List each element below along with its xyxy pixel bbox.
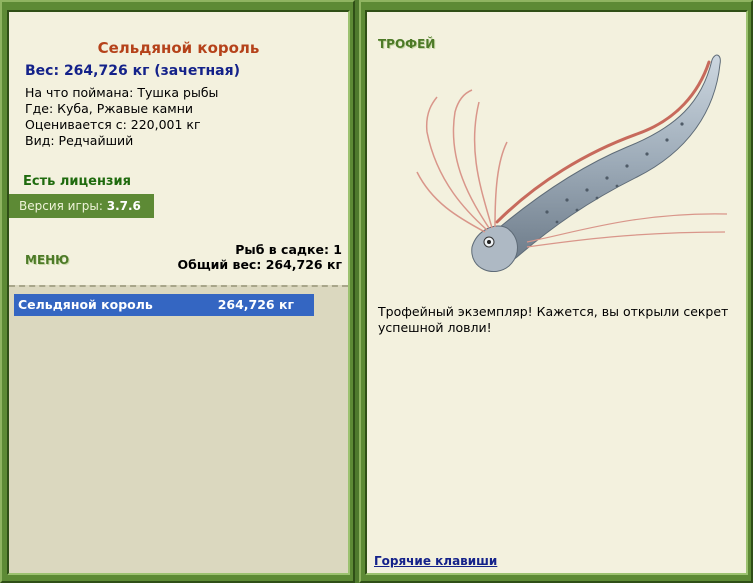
fish-in-cage-count: Рыб в садке: 1 (235, 242, 342, 257)
fish-weight: Вес: 264,726 кг (зачетная) (25, 63, 240, 79)
version-label: Версия игры: (19, 199, 103, 213)
version-value: 3.7.6 (106, 199, 141, 213)
catch-item-name: Сельдяной король (18, 297, 153, 312)
trophy-message: Трофейный экземпляр! Кажется, вы открыли… (378, 304, 729, 335)
total-weight: Общий вес: 264,726 кг (177, 257, 343, 272)
menu-button[interactable]: МЕНЮ (25, 253, 69, 267)
fish-name-title: Сельдяной король (97, 39, 260, 57)
hotkeys-link[interactable]: Горячие клавиши (374, 554, 497, 568)
rating-threshold-info: Оценивается с: 220,001 кг (25, 117, 201, 132)
catch-item-weight: 264,726 кг (217, 297, 294, 312)
catch-list-item[interactable]: Сельдяной король 264,726 кг (14, 294, 314, 316)
fish-info-panel: Сельдяной король Вес: 264,726 кг (зачетн… (7, 10, 350, 575)
trophy-panel: ТРОФЕЙ Трофейный экземпляр! Кажется, вы … (365, 10, 748, 575)
oarfish-trophy-image (416, 54, 728, 273)
bait-info: На что поймана: Тушка рыбы (25, 85, 219, 100)
game-version: Версия игры: 3.7.6 (9, 194, 154, 218)
species-rarity-info: Вид: Редчайший (25, 133, 134, 148)
license-status: Есть лицензия (23, 174, 131, 189)
location-info: Где: Куба, Ржавые камни (25, 101, 194, 116)
catch-list: Сельдяной король 264,726 кг (9, 285, 348, 573)
